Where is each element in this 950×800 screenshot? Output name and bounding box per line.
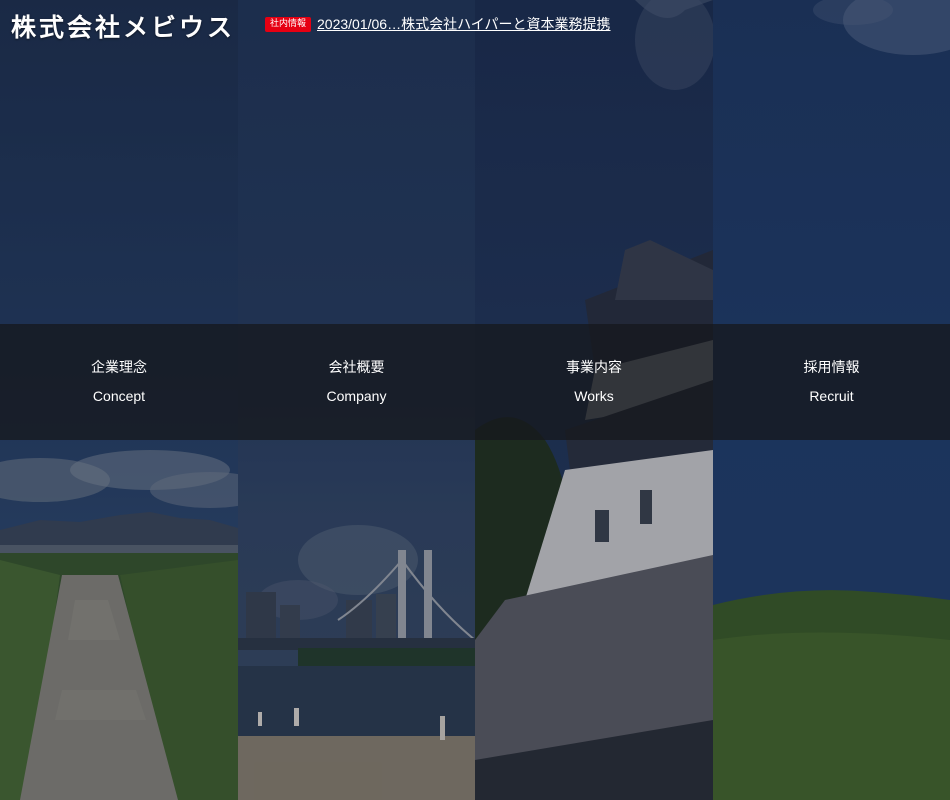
nav-item-company[interactable]: 会社概要 Company	[238, 324, 475, 440]
company-logo[interactable]: 株式会社メビウス	[11, 8, 235, 44]
news-ticker: 社内情報 2023/01/06…株式会社ハイパーと資本業務提携	[265, 14, 611, 34]
nav-item-works[interactable]: 事業内容 Works	[475, 324, 713, 440]
main-nav: 企業理念 Concept 会社概要 Company 事業内容 Works 採用情…	[0, 324, 950, 440]
nav-item-recruit[interactable]: 採用情報 Recruit	[713, 324, 950, 440]
nav-item-label-en: Works	[574, 388, 614, 404]
nav-item-label-ja: 事業内容	[566, 359, 622, 375]
nav-item-label-ja: 企業理念	[91, 359, 147, 375]
nav-item-label-ja: 会社概要	[328, 359, 385, 375]
nav-item-label-en: Concept	[92, 388, 146, 404]
nav-item-concept[interactable]: 企業理念 Concept	[0, 324, 238, 440]
nav-item-label-en: Company	[326, 388, 387, 404]
nav-item-label-en: Recruit	[809, 388, 854, 404]
nav-item-label-ja: 採用情報	[803, 359, 860, 375]
news-category-badge: 社内情報	[265, 16, 312, 32]
news-link[interactable]: 2023/01/06…株式会社ハイパーと資本業務提携	[317, 14, 611, 34]
